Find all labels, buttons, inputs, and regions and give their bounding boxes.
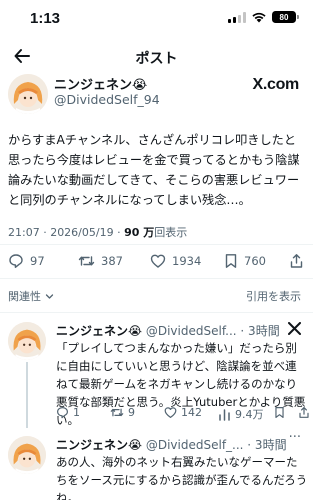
share-icon: [290, 254, 303, 268]
status-bar: 1:13 80: [0, 0, 313, 40]
status-icons: 80: [228, 11, 299, 23]
reply-icon: [57, 407, 68, 419]
repost-icon: [110, 408, 124, 417]
reply-count: 97: [30, 254, 45, 268]
like-button[interactable]: 1934: [150, 253, 201, 269]
heart-icon: [150, 254, 166, 268]
reply-item[interactable]: ニンジェネン😭 @DividedSelf_... · 3時間 ··· あの人、海…: [0, 430, 313, 500]
battery-level: 80: [272, 11, 296, 23]
bookmark-count: 760: [244, 254, 266, 268]
reply-like-button[interactable]: 142: [164, 406, 202, 419]
bookmark-button[interactable]: 760: [224, 253, 266, 269]
share-button[interactable]: [289, 253, 304, 269]
wifi-icon: [252, 12, 266, 23]
reply-author-name[interactable]: ニンジェネン😭: [56, 324, 142, 338]
sort-label: 関連性: [8, 290, 41, 303]
avatar[interactable]: [8, 74, 48, 114]
view-label: 回表示: [154, 226, 188, 239]
post-meta: 21:07 · 2026/05/19 · 90 万回表示: [8, 224, 187, 240]
status-time: 1:13: [30, 10, 61, 27]
reply-author-name[interactable]: ニンジェネン😭: [56, 438, 142, 452]
x-com-logo: X.com: [252, 76, 299, 93]
reply-repost-count: 9: [128, 406, 135, 419]
reply-reply-button[interactable]: 1: [56, 406, 80, 419]
post-author-row: ニンジェネン😭 @DividedSelf_94 X.com: [0, 74, 313, 118]
x-logo-icon: [288, 322, 301, 335]
bookmark-icon: [275, 407, 284, 418]
divider: [0, 312, 313, 313]
reply-header: ニンジェネン😭 @DividedSelf... · 3時間: [56, 322, 280, 339]
bookmark-icon: [225, 254, 237, 268]
share-icon: [299, 406, 309, 418]
thread-line: [26, 362, 28, 428]
reply-bookmark-button[interactable]: [274, 406, 285, 419]
view-quotes-link[interactable]: 引用を表示: [246, 288, 301, 304]
reply-actions: 1 9 142 9.4万: [56, 406, 313, 426]
cellular-signal-icon: [228, 11, 246, 23]
sort-relevance-dropdown[interactable]: 関連性: [8, 288, 54, 304]
reply-header: ニンジェネン😭 @DividedSelf_... · 3時間: [56, 436, 287, 453]
author-name[interactable]: ニンジェネン😭: [54, 74, 147, 93]
top-nav: ポスト: [0, 40, 313, 74]
avatar[interactable]: [8, 436, 46, 474]
author-handle[interactable]: @DividedSelf_94: [54, 92, 160, 107]
reply-share-button[interactable]: [298, 406, 310, 419]
sort-bar: 関連性 引用を表示: [0, 282, 313, 310]
reply-button[interactable]: 97: [8, 253, 45, 269]
views-chart-icon: [219, 408, 230, 421]
reply-text: あの人、海外のネット右翼みたいなゲーマーたちをソース元にするから認識が歪んでるん…: [56, 455, 308, 500]
reply-like-count: 142: [181, 406, 202, 419]
divider: [0, 244, 313, 245]
heart-icon: [164, 407, 177, 418]
divider: [0, 278, 313, 279]
reply-icon: [9, 254, 23, 268]
reply-handle-time: @DividedSelf_... · 3時間: [145, 438, 287, 452]
avatar[interactable]: [8, 322, 46, 360]
like-count: 1934: [172, 254, 202, 268]
battery-icon: 80: [272, 11, 299, 23]
post-actions: 97 387 1934 760: [0, 246, 313, 276]
repost-count: 387: [101, 254, 123, 268]
post-timestamp: 21:07 · 2026/05/19 ·: [8, 226, 125, 239]
more-options-icon[interactable]: ···: [289, 430, 301, 445]
repost-button[interactable]: 387: [78, 253, 123, 269]
reply-view-count: 9.4万: [235, 408, 264, 421]
reply-views-button[interactable]: 9.4万: [218, 406, 264, 422]
post-text: からすまAチャンネル、さんざんポリコレ叩きしたと思ったら今度はレビューを金で買っ…: [8, 133, 300, 207]
repost-icon: [78, 256, 95, 266]
reply-handle-time: @DividedSelf... · 3時間: [145, 324, 280, 338]
reply-repost-button[interactable]: 9: [110, 406, 135, 419]
reply-reply-count: 1: [73, 406, 80, 419]
view-count: 90 万: [124, 226, 155, 239]
reply-item[interactable]: ニンジェネン😭 @DividedSelf... · 3時間 「プレイしてつまんな…: [0, 322, 313, 428]
chevron-down-icon: [45, 293, 54, 299]
page-title: ポスト: [135, 51, 178, 67]
